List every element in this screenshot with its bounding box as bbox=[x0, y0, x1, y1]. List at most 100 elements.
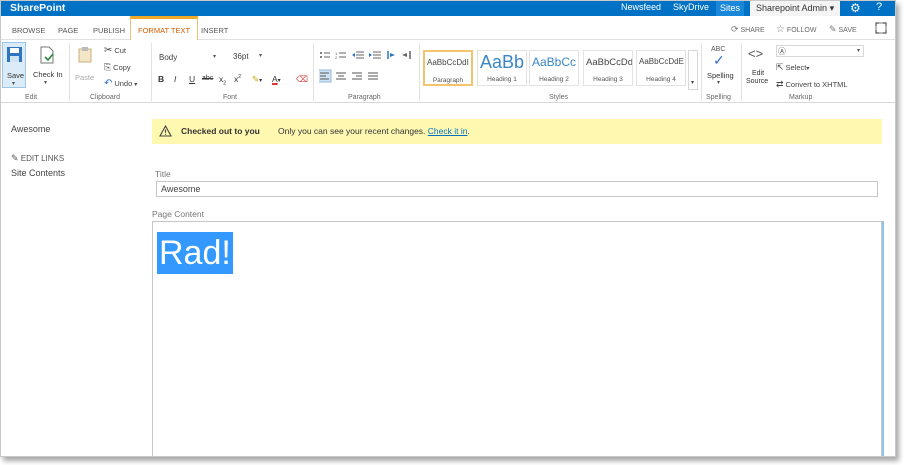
style-name: Heading 1 bbox=[487, 76, 517, 83]
style-paragraph[interactable]: AaBbCcDdI Paragraph bbox=[423, 50, 473, 86]
title-field[interactable] bbox=[156, 181, 878, 197]
chevron-down-icon: ▾ bbox=[806, 66, 810, 72]
check-it-in-link[interactable]: Check it in bbox=[428, 126, 468, 136]
clear-format-icon[interactable]: ⌫ bbox=[296, 74, 308, 85]
sharepoint-brand[interactable]: SharePoint bbox=[10, 2, 65, 14]
style-sample: AaBbCcDdE bbox=[639, 57, 684, 66]
page-content-editor[interactable]: Rad! bbox=[152, 221, 882, 456]
skydrive-link[interactable]: SkyDrive bbox=[673, 2, 709, 12]
markup-styles-select[interactable]: Ⓐ ▾ bbox=[776, 45, 864, 57]
spelling-label: Spelling bbox=[707, 71, 734, 80]
style-name: Paragraph bbox=[432, 77, 464, 84]
superscript-button[interactable]: x2 bbox=[234, 74, 241, 84]
site-title-link[interactable]: Awesome bbox=[11, 124, 50, 134]
align-center-icon[interactable] bbox=[336, 72, 346, 80]
selected-content-text[interactable]: Rad! bbox=[157, 232, 233, 274]
numbered-list-icon[interactable]: 12 bbox=[335, 51, 346, 60]
italic-button[interactable]: I bbox=[174, 74, 176, 84]
divider bbox=[741, 43, 742, 101]
ltr-icon[interactable] bbox=[387, 51, 395, 59]
style-heading-4[interactable]: AaBbCcDdE Heading 4 bbox=[636, 50, 686, 86]
decrease-indent-icon[interactable] bbox=[352, 51, 364, 59]
focus-content-icon[interactable] bbox=[875, 22, 887, 36]
increase-indent-icon[interactable] bbox=[369, 51, 381, 59]
save-button[interactable]: Save ▾ bbox=[2, 42, 26, 88]
save-page-button[interactable]: ✎ SAVE bbox=[829, 24, 857, 35]
style-sample: AaBbCc bbox=[532, 55, 577, 69]
checkmark-icon: ✓ bbox=[713, 52, 725, 68]
share-button[interactable]: ⟳ SHARE bbox=[731, 24, 765, 35]
undo-button[interactable]: ↶ Undo ▾ bbox=[104, 78, 137, 89]
follow-label: FOLLOW bbox=[786, 27, 817, 34]
edit-links-label: EDIT LINKS bbox=[20, 154, 65, 163]
chevron-down-icon: ▾ bbox=[259, 53, 263, 59]
style-sample: AaBbCcDd bbox=[586, 57, 633, 68]
underline-button[interactable]: U bbox=[189, 74, 195, 84]
share-icon: ⟳ bbox=[731, 24, 739, 34]
check-in-button[interactable]: Check In ▾ bbox=[31, 46, 65, 86]
paragraph-tools: 12 bbox=[319, 51, 411, 83]
styles-scroll-button[interactable]: ▾ bbox=[688, 50, 698, 90]
tab-format-text[interactable]: FORMAT TEXT bbox=[130, 16, 199, 41]
edit-source-label-1: Edit bbox=[752, 70, 765, 77]
style-heading-1[interactable]: AaBb Heading 1 bbox=[477, 50, 527, 86]
gear-icon[interactable]: ⚙ bbox=[850, 1, 861, 15]
checked-out-status-bar: Checked out to you Only you can see your… bbox=[152, 119, 882, 144]
copy-button[interactable]: ⎘ Copy bbox=[104, 62, 131, 73]
font-family-select[interactable]: Body ▾ bbox=[156, 51, 222, 65]
ribbon: Save ▾ Check In ▾ Edit Paste ✂ Cut ⎘ Cop… bbox=[1, 40, 895, 103]
edit-source-button[interactable]: <> Edit Source bbox=[744, 46, 772, 88]
divider bbox=[313, 43, 314, 101]
bold-button[interactable]: B bbox=[158, 74, 164, 84]
tab-publish[interactable]: PUBLISH bbox=[93, 16, 125, 40]
cut-button[interactable]: ✂ Cut bbox=[104, 45, 126, 56]
convert-icon: ⇄ bbox=[776, 79, 784, 89]
chevron-down-icon: ▾ bbox=[717, 80, 721, 86]
follow-button[interactable]: ☆ FOLLOW bbox=[776, 24, 816, 35]
sites-link[interactable]: Sites bbox=[716, 1, 745, 16]
bullet-list-icon[interactable] bbox=[320, 52, 330, 58]
status-text: Only you can see your recent changes. bbox=[278, 126, 426, 136]
style-name: Heading 2 bbox=[539, 76, 569, 83]
subscript-button[interactable]: x2 bbox=[219, 74, 226, 87]
cut-label: Cut bbox=[114, 46, 127, 55]
justify-icon[interactable] bbox=[368, 72, 378, 80]
star-icon: ☆ bbox=[776, 24, 785, 35]
user-menu[interactable]: Sharepoint Admin ▾ bbox=[750, 1, 841, 16]
strikethrough-button[interactable]: abc bbox=[202, 75, 213, 82]
tab-browse[interactable]: BROWSE bbox=[12, 16, 45, 40]
align-right-icon[interactable] bbox=[352, 72, 362, 80]
style-heading-3[interactable]: AaBbCcDd Heading 3 bbox=[583, 50, 633, 86]
paste-label: Paste bbox=[75, 73, 95, 82]
select-button[interactable]: ⇱ Select▾ bbox=[776, 62, 809, 73]
spelling-group-label: Spelling bbox=[706, 94, 731, 101]
align-left-icon[interactable] bbox=[319, 69, 332, 83]
help-icon[interactable]: ? bbox=[876, 1, 882, 13]
font-group-label: Font bbox=[223, 94, 238, 101]
chevron-down-icon: ▾ bbox=[857, 48, 861, 54]
subscript-mark: 2 bbox=[223, 80, 227, 87]
tab-insert[interactable]: INSERT bbox=[201, 16, 228, 40]
convert-xhtml-button[interactable]: ⇄ Convert to XHTML bbox=[776, 79, 848, 90]
chevron-down-icon: ▾ bbox=[259, 78, 263, 84]
spelling-button[interactable]: ABC ✓ Spelling ▾ bbox=[705, 46, 737, 88]
editor-scrollbar[interactable] bbox=[882, 221, 884, 456]
save-edit-icon: ✎ bbox=[829, 24, 837, 34]
style-sample: AaBbCcDdI bbox=[427, 58, 469, 67]
highlight-color-button[interactable]: ✎▾ bbox=[252, 74, 262, 85]
cursor-icon: ⇱ bbox=[776, 62, 784, 72]
paste-button[interactable]: Paste bbox=[73, 46, 97, 86]
status-title: Checked out to you bbox=[181, 126, 260, 136]
newsfeed-link[interactable]: Newsfeed bbox=[621, 2, 661, 12]
code-icon: <> bbox=[748, 46, 764, 61]
rtl-icon[interactable] bbox=[402, 51, 411, 59]
font-size-select[interactable]: 36pt ▾ bbox=[231, 51, 271, 65]
user-name: Sharepoint Admin bbox=[756, 3, 828, 13]
edit-links-button[interactable]: ✎ EDIT LINKS bbox=[11, 153, 64, 164]
copy-icon: ⎘ bbox=[104, 62, 112, 72]
status-message: Only you can see your recent changes. Ch… bbox=[278, 126, 470, 136]
font-color-button[interactable]: A▾ bbox=[272, 74, 281, 84]
site-contents-link[interactable]: Site Contents bbox=[11, 168, 65, 178]
style-heading-2[interactable]: AaBbCc Heading 2 bbox=[529, 50, 579, 86]
tab-page[interactable]: PAGE bbox=[58, 16, 78, 40]
